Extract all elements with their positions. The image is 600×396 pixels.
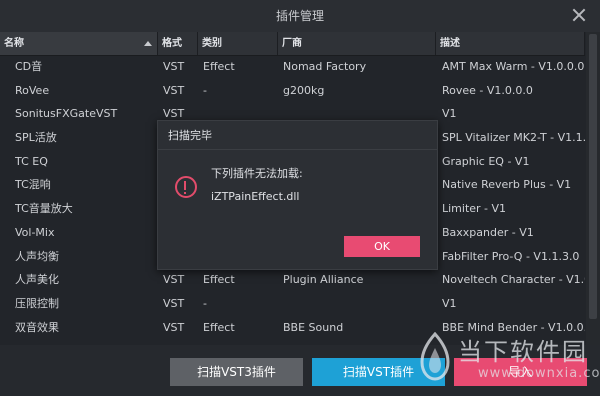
warning-icon [175,176,197,198]
title-bar: 插件管理 [0,0,600,32]
column-header-description[interactable]: 描述 [436,32,585,55]
cell-vendor: BBE Sound [283,320,344,334]
cell-vendor: Nomad Factory [283,60,367,73]
cell-name: RoVee [15,83,50,97]
cell-description: V1 [442,296,457,310]
table-row[interactable]: 人声美化 VST Effect Plugin Alliance Noveltech Ch… [0,268,585,292]
cell-name: 人声均衡 [15,249,59,263]
cell-description: Noveltech Character - V1.0.0.0 [442,273,585,287]
cell-description: BBE Mind Bender - V1.0.0.0 [442,320,585,334]
cell-description: AMT Max Warm - V1.0.0.0 [442,60,585,73]
footer-bar: 扫描VST3插件 扫描VST插件 导入 [0,345,600,396]
cell-vendor: g200kg [283,83,325,97]
cell-name: 人声美化 [15,273,59,287]
scroll-thumb[interactable] [589,34,597,319]
cell-format: VST [163,60,185,73]
cell-name: TC EQ [15,154,48,168]
cell-format: VST [163,296,185,310]
cell-format: VST [163,83,185,97]
cell-category: Effect [203,60,235,73]
plugin-manager-window: 插件管理 名称 格式 类别 厂商 描述 CD音 VST Effect Nomad Fa… [0,0,600,396]
table-row[interactable]: 双音效果 VST Effect BBE Sound BBE Mind Bender - … [0,316,585,340]
vertical-scrollbar[interactable] [586,32,600,345]
cell-name: TC音量放大 [15,202,73,216]
dialog-title: 扫描完毕 [158,121,437,150]
cell-description: Limiter - V1 [442,202,507,216]
cell-category: Effect [203,273,235,287]
cell-name: SPL活放 [15,131,57,145]
cell-description: Native Reverb Plus - V1 [442,178,572,192]
table-row[interactable]: 压限控制 VST - V1 [0,292,585,316]
cell-description: Graphic EQ - V1 [442,154,530,168]
column-header-category[interactable]: 类别 [198,32,278,55]
column-header-format[interactable]: 格式 [158,32,198,55]
table-row[interactable]: RoVee VST - g200kg Rovee - V1.0.0.0 [0,79,585,103]
column-header-name[interactable]: 名称 [0,32,158,55]
failed-plugin-file: iZTPainEffect.dll [211,190,300,203]
cell-description: V1 [442,107,457,121]
sort-ascending-icon [144,41,152,46]
scan-vst3-button[interactable]: 扫描VST3插件 [170,358,303,386]
cell-description: SPL Vitalizer MK2-T - V1.1.0.0 [442,131,585,145]
dialog-message: 下列插件无法加载: [211,167,303,180]
cell-name: SonitusFXGateVST [15,107,118,121]
cell-description: Baxxpander - V1 [442,225,534,239]
cell-format: VST [163,320,185,334]
table-header: 名称 格式 类别 厂商 描述 [0,32,585,56]
import-button[interactable]: 导入 [454,358,587,386]
cell-category: - [203,296,207,310]
cell-category: Effect [203,320,235,334]
scan-complete-dialog: 扫描完毕 下列插件无法加载: iZTPainEffect.dll OK [157,120,438,270]
cell-name: TC混响 [15,178,51,192]
cell-name: 压限控制 [15,296,59,310]
close-icon[interactable] [570,6,588,24]
cell-name: CD音 [15,60,43,73]
cell-category: - [203,83,207,97]
cell-format: VST [163,273,185,287]
cell-description: FabFilter Pro-Q - V1.1.3.0 [442,249,580,263]
cell-description: Rovee - V1.0.0.0 [442,83,533,97]
column-header-vendor[interactable]: 厂商 [278,32,436,55]
scan-vst-button[interactable]: 扫描VST插件 [312,358,445,386]
ok-button[interactable]: OK [344,236,420,257]
cell-name: Vol-Mix [15,225,55,239]
cell-vendor: Plugin Alliance [283,273,364,287]
table-row[interactable]: CD音 VST Effect Nomad Factory AMT Max Warm - … [0,55,585,79]
window-title: 插件管理 [275,9,324,23]
cell-name: 双音效果 [15,320,59,334]
